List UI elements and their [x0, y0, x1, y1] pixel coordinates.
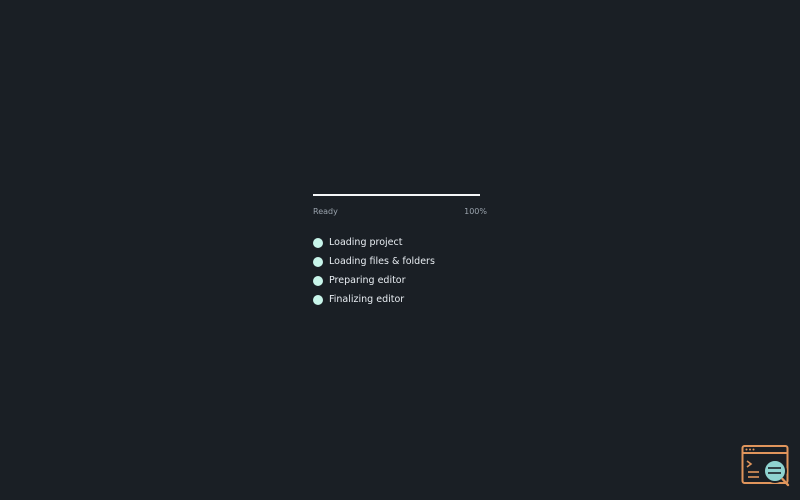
progress-status-label: Ready: [313, 207, 338, 216]
step-label: Finalizing editor: [329, 294, 405, 305]
terminal-window-search-icon: [741, 444, 791, 488]
progress-meta: Ready 100%: [313, 207, 487, 219]
loading-step: Loading project: [313, 233, 487, 252]
loading-step: Preparing editor: [313, 271, 487, 290]
loading-screen: Ready 100% Loading project Loading files…: [0, 0, 800, 500]
loading-step: Loading files & folders: [313, 252, 487, 271]
progress-percent-label: 100%: [464, 207, 487, 216]
progress-bar-fill: [313, 194, 480, 196]
step-label: Preparing editor: [329, 275, 406, 286]
step-complete-icon: [313, 237, 323, 248]
step-label: Loading files & folders: [329, 256, 435, 267]
progress-bar: [313, 194, 480, 196]
step-complete-icon: [313, 275, 323, 286]
step-label: Loading project: [329, 237, 403, 248]
loading-steps-list: Loading project Loading files & folders …: [313, 233, 487, 309]
loading-step: Finalizing editor: [313, 290, 487, 309]
loader-panel: Ready 100% Loading project Loading files…: [313, 194, 487, 309]
step-complete-icon: [313, 294, 323, 305]
step-complete-icon: [313, 256, 323, 267]
